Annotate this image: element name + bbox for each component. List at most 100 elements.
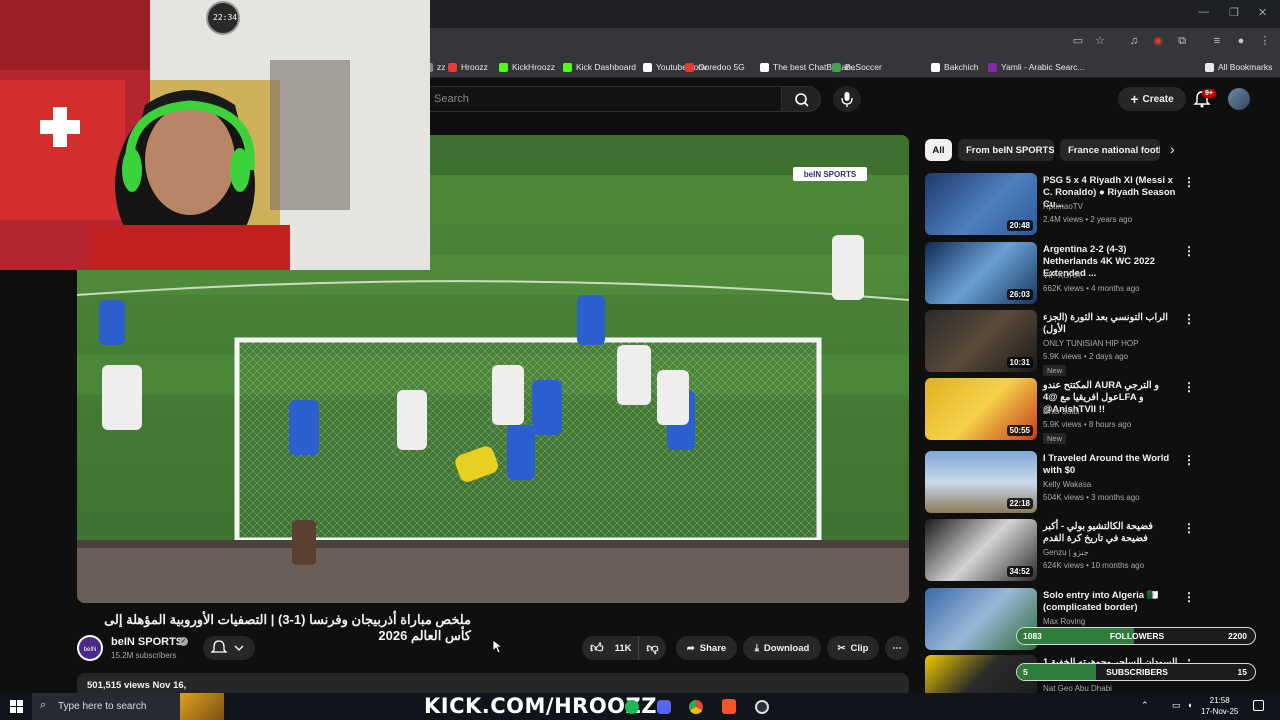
tray-chevron-icon[interactable]: ⌃ [1141, 700, 1149, 711]
more-options-icon[interactable]: ⋮ [1183, 380, 1195, 394]
spotify-icon[interactable] [625, 700, 639, 714]
plus-icon: + [1130, 91, 1139, 107]
voice-search-button[interactable] [833, 86, 861, 112]
search-button[interactable] [781, 86, 821, 112]
bookmark-item[interactable]: Kick Dashboard [563, 60, 636, 74]
recommended-channel-name[interactable]: ONLY TUNISIAN HIP HOP [1043, 339, 1138, 348]
streamer-webcam: 22:34 [0, 0, 430, 270]
user-avatar[interactable] [1228, 88, 1250, 110]
volume-icon[interactable]: ◖ [1187, 700, 1192, 710]
channel-name[interactable]: beIN SPORTS [111, 636, 183, 648]
recommended-channel-name[interactable]: Kelly Wakasa [1043, 480, 1091, 489]
chip-from-channel[interactable]: From beIN SPORTS [958, 139, 1054, 161]
subscribers-goal-bar: 5 SUBSCRIBERS 15 [1016, 663, 1256, 681]
recommended-channel-name[interactable]: Max Roving [1043, 617, 1085, 626]
more-options-icon[interactable]: ⋮ [1183, 521, 1195, 535]
share-button[interactable]: ➦ Share [676, 636, 737, 660]
chip-france-national[interactable]: France national footb [1060, 139, 1160, 161]
menu-icon[interactable]: ⋮ [1258, 34, 1272, 48]
bookmark-label: Yamli - Arabic Searc... [1001, 62, 1085, 72]
bookmark-item[interactable]: All Bookmarks [1205, 60, 1272, 74]
followers-goal: 2200 [1228, 631, 1247, 641]
bookmark-favicon-icon [832, 62, 841, 72]
recommended-video[interactable]: 22:18 I Traveled Around the World with $0… [925, 451, 1270, 513]
recommended-channel-name[interactable]: Dhia Saibi [1043, 407, 1079, 416]
cast-icon[interactable]: ▭ [1071, 34, 1085, 48]
extensions-icon[interactable]: ⧉ [1175, 34, 1189, 48]
recommended-video-meta: 504K views • 3 months ago [1043, 493, 1140, 502]
recommended-video-title[interactable]: Solo entry into Algeria 🇩🇿 (complicated … [1043, 590, 1178, 614]
taskbar-search-box[interactable]: ⌕ Type here to search [32, 693, 224, 720]
recommended-video[interactable]: 34:52 فضيحة الكالتشيو بولي - أكبر فضيحة ف… [925, 519, 1270, 581]
network-icon[interactable]: ▭ [1172, 700, 1181, 711]
video-duration: 50:55 [1006, 425, 1033, 436]
more-options-icon[interactable]: ⋮ [1183, 590, 1195, 604]
recommended-video[interactable]: 10:31 الراب التونسي بعد الثورة (الجزء الأ… [925, 310, 1270, 376]
brave-icon[interactable] [722, 699, 736, 714]
search-icon [795, 93, 809, 107]
more-options-icon[interactable]: ⋮ [1183, 312, 1195, 326]
clip-button[interactable]: ✂ Clip [827, 636, 879, 660]
star-icon[interactable]: ☆ [1093, 34, 1107, 48]
video-thumbnail[interactable]: 26:03 [925, 242, 1037, 304]
more-options-icon[interactable]: ⋮ [1183, 453, 1195, 467]
extension-music-icon[interactable]: ♫ [1127, 34, 1141, 48]
thumbs-up-icon: 👍︎ [590, 640, 604, 655]
discord-icon[interactable] [657, 700, 671, 714]
clip-label: Clip [850, 642, 869, 654]
bein-logo-icon: beIN [79, 637, 101, 659]
download-button[interactable]: ⤓ Download [743, 636, 821, 660]
bookmark-item[interactable]: Hroozz [448, 60, 488, 74]
video-duration: 26:03 [1006, 289, 1033, 300]
chrome-icon[interactable] [689, 700, 703, 714]
followers-goal-bar: 1083 FOLLOWERS 2200 [1016, 627, 1256, 645]
taskbar-clock[interactable]: 21:58 17-Nov-25 [1201, 695, 1238, 717]
bookmark-favicon-icon [499, 62, 508, 72]
video-duration: 34:52 [1006, 566, 1033, 577]
bookmark-item[interactable]: BeSoccer [832, 60, 882, 74]
bookmark-item[interactable]: Ooredoo 5G [685, 60, 745, 74]
more-options-icon[interactable]: ⋮ [1183, 244, 1195, 258]
restore-icon[interactable]: ❐ [1229, 6, 1239, 19]
search-input[interactable]: Search [425, 86, 781, 112]
windows-start-icon[interactable] [10, 700, 23, 713]
video-thumbnail[interactable]: 20:48 [925, 173, 1037, 235]
close-icon[interactable]: ✕ [1258, 6, 1267, 19]
more-options-icon[interactable]: ⋮ [1183, 175, 1195, 189]
recommended-channel-name[interactable]: RptimaoTV [1043, 202, 1083, 211]
bookmark-label: zz [437, 62, 446, 72]
recommended-video-title[interactable]: فضيحة الكالتشيو بولي - أكبر فضيحة في تار… [1043, 521, 1178, 545]
video-thumbnail[interactable]: 22:18 [925, 451, 1037, 513]
recommended-video[interactable]: 26:03 Argentina 2-2 (4-3) Netherlands 4K … [925, 242, 1270, 304]
webcam-feed [0, 0, 430, 270]
recommended-video[interactable]: 20:48 PSG 5 x 4 Riyadh XI (Messi x C. Ron… [925, 173, 1270, 235]
bookmark-item[interactable]: KickHroozz [499, 60, 555, 74]
recommended-channel-name[interactable]: Genzu | جنزو [1043, 548, 1089, 557]
recommended-channel-name[interactable]: VIP KORA [1043, 271, 1081, 280]
recommended-channel-name[interactable]: Nat Geo Abu Dhabi [1043, 684, 1112, 693]
chips-next-icon[interactable]: › [1170, 141, 1175, 157]
recommended-video-title[interactable]: I Traveled Around the World with $0 [1043, 453, 1178, 477]
extension-record-icon[interactable]: ◉ [1151, 34, 1165, 48]
chip-all[interactable]: All [925, 139, 952, 161]
channel-avatar[interactable]: beIN [77, 635, 103, 661]
verified-icon: ✓ [179, 637, 188, 646]
obs-icon[interactable] [755, 700, 769, 714]
recommended-video-title[interactable]: الراب التونسي بعد الثورة (الجزء الأول) [1043, 312, 1178, 336]
subscription-notification-button[interactable] [203, 636, 255, 660]
dislike-button[interactable]: 👎︎ [638, 636, 666, 660]
notification-center-icon[interactable] [1253, 700, 1264, 711]
minimize-icon[interactable]: — [1198, 6, 1209, 18]
more-actions-button[interactable]: ⋯ [885, 636, 909, 660]
video-thumbnail[interactable]: 50:55 [925, 378, 1037, 440]
video-thumbnail[interactable]: 34:52 [925, 519, 1037, 581]
recommended-video[interactable]: 50:55 المكتتح عندو AURA و الترجي عول افري… [925, 378, 1270, 444]
bookmark-label: Kick Dashboard [576, 62, 637, 72]
bookmark-item[interactable]: Bakchich [931, 60, 979, 74]
profile-icon[interactable]: ● [1234, 34, 1248, 48]
bookmark-item[interactable]: Yamli - Arabic Searc... [988, 60, 1084, 74]
media-controls-icon[interactable]: ≡ [1210, 34, 1224, 48]
video-duration: 20:48 [1006, 220, 1033, 231]
create-button[interactable]: + Create [1118, 87, 1186, 111]
video-thumbnail[interactable]: 10:31 [925, 310, 1037, 372]
